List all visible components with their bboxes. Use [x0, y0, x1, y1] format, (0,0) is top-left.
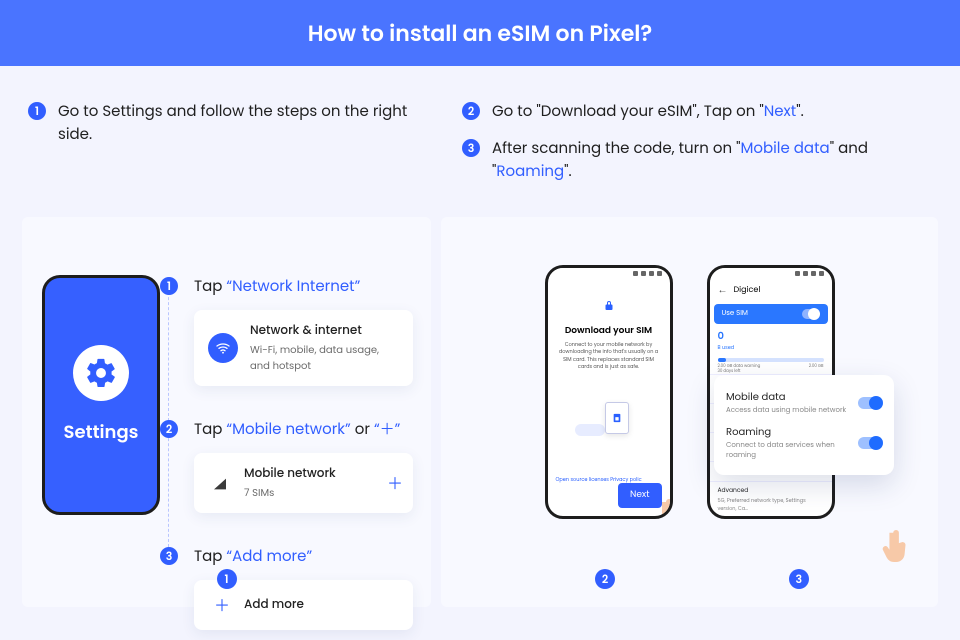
wifi-icon — [208, 333, 238, 363]
lock-icon — [548, 294, 670, 319]
mobile-data-toggle-row[interactable]: Mobile dataAccess data using mobile netw… — [726, 385, 882, 420]
step-number-badge: 2 — [160, 420, 178, 438]
step-number-badge: 3 — [160, 547, 178, 565]
settings-phone-mock: Settings — [42, 275, 160, 515]
plus-icon[interactable]: ＋ — [387, 470, 403, 496]
usage-bar — [718, 358, 824, 362]
panel-index-badge: 2 — [595, 569, 615, 589]
step-number-badge: 3 — [462, 139, 480, 157]
floating-toggles-card: Mobile dataAccess data using mobile netw… — [714, 375, 894, 475]
toggle-switch[interactable] — [858, 437, 882, 449]
panel-settings-steps: Settings 1 Tap “Network Internet” Networ… — [22, 217, 431, 607]
plus-icon: ＋ — [214, 592, 230, 618]
substep-2-label: Tap “Mobile network” or “＋” — [194, 418, 413, 441]
carrier-header: ← Digicel — [710, 278, 832, 300]
carrier-name: Digicel — [734, 284, 761, 296]
download-sim-title: Download your SIM — [554, 325, 664, 338]
page-header: How to install an eSIM on Pixel? — [0, 0, 960, 66]
panel-index-badge: 3 — [789, 569, 809, 589]
row-subtitle: 7 SIMs — [244, 485, 336, 501]
panel-index-badge: 1 — [217, 569, 237, 589]
step-number-badge: 1 — [28, 102, 46, 120]
page-title: How to install an eSIM on Pixel? — [308, 17, 653, 50]
substep-2: 2 Tap “Mobile network” or “＋” Mobile net… — [194, 418, 413, 513]
substep-1: 1 Tap “Network Internet” Network & inter… — [194, 275, 413, 386]
intro-step-1-text: Go to Settings and follow the steps on t… — [58, 100, 432, 146]
use-sim-label: Use SIM — [722, 309, 748, 319]
pointer-hand-icon — [880, 527, 914, 565]
substep-1-label: Tap “Network Internet” — [194, 275, 413, 298]
step-number-badge: 1 — [160, 277, 178, 295]
intro-step-2-text: Go to "Download your eSIM", Tap on "Next… — [492, 100, 804, 123]
intro-instructions: 1 Go to Settings and follow the steps on… — [0, 66, 960, 197]
panel-phone-screens: Download your SIM Connect to your mobile… — [441, 217, 938, 607]
row-subtitle: Wi-Fi, mobile, data usage, and hotspot — [250, 342, 399, 374]
row-title: Add more — [244, 596, 304, 614]
connector-line — [168, 287, 169, 547]
step-number-badge: 2 — [462, 102, 480, 120]
status-bar — [710, 268, 832, 278]
toggle-switch[interactable] — [858, 397, 882, 409]
data-usage: 0 B used — [710, 324, 832, 354]
toggle-switch[interactable] — [802, 309, 820, 319]
gear-icon — [73, 345, 129, 401]
intro-step-3: 3 After scanning the code, turn on "Mobi… — [462, 137, 932, 183]
roaming-toggle-row[interactable]: RoamingConnect to data services when roa… — [726, 420, 882, 465]
sim-card-icon — [605, 402, 629, 434]
download-sim-desc: Connect to your mobile network by downlo… — [548, 341, 670, 370]
status-bar — [548, 268, 670, 278]
back-arrow-icon[interactable]: ← — [718, 282, 728, 298]
phone-download-sim: Download your SIM Connect to your mobile… — [545, 265, 673, 519]
sim-illustration — [573, 398, 645, 446]
mobile-network-row[interactable]: Mobile network 7 SIMs ＋ — [194, 453, 413, 513]
advanced-row[interactable]: Advanced5G, Preferred network type, Sett… — [710, 481, 832, 518]
intro-step-2: 2 Go to "Download your eSIM", Tap on "Ne… — [462, 100, 932, 123]
network-internet-row[interactable]: Network & internet Wi-Fi, mobile, data u… — [194, 310, 413, 386]
use-sim-toggle-row[interactable]: Use SIM — [714, 304, 828, 324]
substep-3-label: Tap “Add more” — [194, 545, 413, 568]
intro-step-1: 1 Go to Settings and follow the steps on… — [28, 100, 432, 146]
row-title: Network & internet — [250, 322, 399, 340]
settings-label: Settings — [64, 419, 139, 446]
sim-signal-icon — [212, 474, 230, 492]
intro-step-3-text: After scanning the code, turn on "Mobile… — [492, 137, 932, 183]
pointer-hand-icon — [652, 496, 673, 519]
usage-bar-labels: 2.00 GB data warning30 days left 2.00 GB — [710, 364, 832, 374]
row-title: Mobile network — [244, 465, 336, 483]
